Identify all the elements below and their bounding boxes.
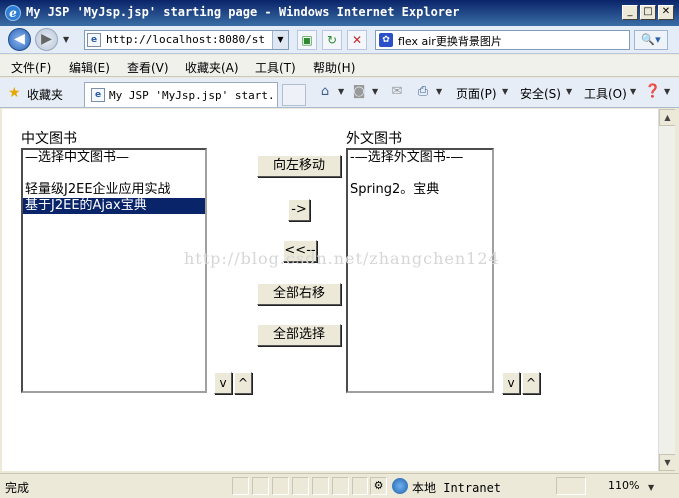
foreign-books-list[interactable]: -—选择外文图书-— Spring2。宝典 (346, 148, 494, 393)
back-button[interactable]: ◀ (8, 28, 31, 51)
list-item-selected[interactable]: 基于J2EE的Ajax宝典 (23, 198, 205, 214)
compatibility-icon[interactable]: ▣ (297, 30, 317, 50)
minimize-button[interactable]: _ (622, 5, 638, 20)
history-dropdown-icon[interactable]: ▼ (63, 34, 72, 46)
chinese-books-list[interactable]: —选择中文图书— 轻量级J2EE企业应用实战 基于J2EE的Ajax宝典 (21, 148, 207, 393)
move-all-right-button[interactable]: 全部右移 (257, 283, 341, 305)
list-item[interactable]: -—选择外文图书-— (348, 150, 492, 166)
help-icon[interactable]: ❓ (644, 84, 662, 100)
list-item[interactable]: —选择中文图书— (23, 150, 205, 166)
zoom-dropdown-icon[interactable]: ▼ (648, 483, 654, 492)
ie-logo-icon: e (5, 5, 21, 21)
search-engine-icon: ✿ (379, 33, 393, 47)
list-item[interactable] (348, 166, 492, 182)
address-dropdown-icon[interactable]: ▼ (272, 31, 288, 49)
feeds-icon[interactable]: ◙ (350, 84, 368, 100)
scroll-up-icon[interactable]: ▲ (659, 109, 676, 126)
help-dropdown-icon[interactable]: ▼ (664, 87, 670, 96)
window-title: My JSP 'MyJsp.jsp' starting page - Windo… (26, 5, 460, 19)
foreign-books-label: 外文图书 (346, 131, 402, 147)
status-cell (312, 477, 329, 495)
refresh-icon[interactable]: ↻ (322, 30, 342, 50)
home-icon[interactable]: ⌂ (316, 84, 334, 100)
address-field[interactable]: e http://localhost:8080/strut ▼ (84, 30, 289, 50)
stop-icon[interactable]: ✕ (347, 30, 367, 50)
address-toolbar: ◀ ▶ ▼ e http://localhost:8080/strut ▼ ▣ … (0, 26, 679, 54)
status-cell (292, 477, 309, 495)
print-dropdown-icon[interactable]: ▼ (436, 87, 442, 96)
cn-move-down-button[interactable]: v (214, 372, 232, 394)
new-tab-button[interactable] (282, 84, 306, 106)
list-item[interactable]: Spring2。宝典 (348, 182, 492, 198)
mail-icon[interactable]: ✉ (388, 84, 406, 100)
close-button[interactable]: ✕ (658, 5, 674, 20)
vertical-scrollbar[interactable]: ▲ ▼ (658, 109, 676, 471)
page-menu[interactable]: 页面(P) (456, 85, 497, 102)
tools-menu-caret-icon: ▼ (630, 87, 637, 96)
select-all-button[interactable]: 全部选择 (257, 324, 341, 346)
status-bar: 完成 ⚙ 本地 Intranet 110% ▼ (0, 473, 679, 498)
status-cell (272, 477, 289, 495)
status-text: 完成 (5, 481, 30, 495)
list-item[interactable]: 轻量级J2EE企业应用实战 (23, 182, 205, 198)
favorites-star-icon[interactable]: ★ (8, 86, 22, 100)
intranet-zone-icon (392, 478, 408, 494)
move-right-button[interactable]: -> (288, 199, 310, 221)
status-cell (252, 477, 269, 495)
forward-button[interactable]: ▶ (35, 28, 58, 51)
home-dropdown-icon[interactable]: ▼ (338, 87, 344, 96)
search-field[interactable]: ✿ flex air更换背景图片 (375, 30, 630, 50)
print-icon[interactable]: ⎙ (414, 84, 432, 100)
watermark: http://blog.csdn.net/zhangchen124 (184, 249, 500, 268)
menu-favorites[interactable]: 收藏夹(A) (185, 59, 239, 76)
status-cell (352, 477, 368, 495)
title-bar: e My JSP 'MyJsp.jsp' starting page - Win… (0, 0, 679, 26)
safety-menu[interactable]: 安全(S) (520, 85, 561, 102)
status-cell (232, 477, 249, 495)
zoom-level[interactable]: 110% (608, 479, 639, 492)
menu-file[interactable]: 文件(F) (11, 59, 51, 76)
menu-help[interactable]: 帮助(H) (313, 59, 355, 76)
chinese-books-label: 中文图书 (21, 131, 77, 147)
protected-mode-icon[interactable]: ⚙ (370, 477, 387, 495)
menu-tools[interactable]: 工具(T) (255, 59, 296, 76)
list-item[interactable] (23, 166, 205, 182)
menu-edit[interactable]: 编辑(E) (69, 59, 110, 76)
page-content: 中文图书 外文图书 —选择中文图书— 轻量级J2EE企业应用实战 基于J2EE的… (2, 109, 658, 471)
search-button[interactable]: 🔍▾ (634, 30, 668, 50)
url-text[interactable]: http://localhost:8080/strut (106, 33, 266, 46)
tab-title[interactable]: My JSP 'MyJsp.jsp' start... (109, 89, 273, 102)
en-move-down-button[interactable]: v (502, 372, 520, 394)
favorites-bar: ★ 收藏夹 e My JSP 'MyJsp.jsp' start... ⌂ ▼ … (0, 78, 679, 108)
tab-page-icon: e (91, 88, 105, 102)
scroll-down-icon[interactable]: ▼ (659, 454, 676, 471)
page-icon: e (87, 33, 101, 47)
security-zone[interactable]: 本地 Intranet (412, 479, 501, 496)
status-cell (332, 477, 349, 495)
window-frame (675, 109, 679, 471)
cn-move-up-button[interactable]: ^ (234, 372, 252, 394)
menu-bar: 文件(F) 编辑(E) 查看(V) 收藏夹(A) 工具(T) 帮助(H) (0, 55, 679, 77)
safety-menu-caret-icon: ▼ (566, 87, 573, 96)
search-input[interactable]: flex air更换背景图片 (398, 33, 502, 49)
tab-myjsp[interactable]: e My JSP 'MyJsp.jsp' start... (84, 82, 278, 107)
menu-view[interactable]: 查看(V) (127, 59, 169, 76)
favorites-button[interactable]: 收藏夹 (27, 86, 63, 103)
feeds-dropdown-icon[interactable]: ▼ (372, 87, 378, 96)
protected-mode-status[interactable] (556, 477, 586, 495)
tools-menu[interactable]: 工具(O) (584, 85, 627, 102)
page-menu-caret-icon: ▼ (502, 87, 509, 96)
maximize-button[interactable]: □ (640, 5, 656, 20)
en-move-up-button[interactable]: ^ (522, 372, 540, 394)
move-left-button[interactable]: 向左移动 (257, 155, 341, 177)
